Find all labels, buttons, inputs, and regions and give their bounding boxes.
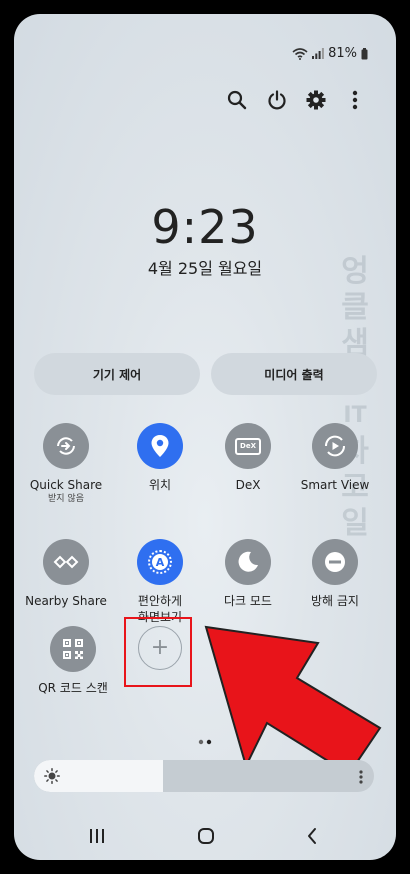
nearby-share-icon (43, 539, 89, 585)
battery-icon (361, 47, 368, 60)
gear-icon[interactable] (298, 82, 334, 118)
tile-easy-mode[interactable]: A 편안하게 화면보기 (113, 539, 207, 625)
brightness-slider[interactable] (34, 760, 374, 792)
watermark-char: 클 (341, 290, 369, 325)
easy-mode-label-line1: 편안하게 (137, 594, 183, 608)
qr-code-icon (50, 626, 96, 672)
device-control-label: 기기 제어 (92, 367, 142, 382)
do-not-disturb-icon (312, 539, 358, 585)
tile-dark-mode[interactable]: 다크 모드 (201, 539, 295, 609)
status-bar: 81% (292, 46, 368, 61)
smart-view-label: Smart View (300, 478, 370, 492)
dex-icon: DeX (225, 423, 271, 469)
watermark-char: 일 (341, 506, 369, 541)
dex-label: DeX (235, 478, 261, 492)
quick-share-status: 받지 않음 (48, 494, 84, 504)
tile-quick-share[interactable]: Quick Share 받지 않음 (19, 423, 113, 505)
quick-share-icon (43, 423, 89, 469)
red-arrow-annotation (202, 622, 396, 782)
location-pin-icon (137, 423, 183, 469)
tile-qr-scan[interactable]: QR 코드 스캔 (26, 626, 120, 696)
dex-glyph: DeX (235, 437, 261, 455)
wifi-icon (292, 47, 308, 60)
tile-location[interactable]: 위치 (113, 423, 207, 493)
clock-time: 9:23 (151, 200, 259, 254)
smart-view-icon (312, 423, 358, 469)
media-output-label: 미디어 출력 (264, 367, 324, 382)
power-icon[interactable] (259, 82, 295, 118)
watermark-char: 엉 (341, 254, 369, 289)
brightness-more-icon[interactable] (359, 769, 363, 788)
sun-icon (44, 768, 60, 788)
nearby-share-label: Nearby Share (25, 594, 107, 608)
tile-do-not-disturb[interactable]: 방해 금지 (288, 539, 382, 609)
home-icon[interactable] (197, 827, 215, 849)
eye-comfort-icon: A (137, 539, 183, 585)
tile-dex[interactable]: DeX DeX (201, 423, 295, 493)
device-control-button[interactable]: 기기 제어 (34, 353, 200, 395)
location-label: 위치 (148, 478, 172, 492)
moon-icon (225, 539, 271, 585)
qr-scan-label: QR 코드 스캔 (38, 681, 108, 695)
dnd-label: 방해 금지 (311, 594, 359, 608)
phone-screen: 81% 9:23 4월 25일 월요일 엉 클 샘 의 IT 차 고 일 기기 … (14, 14, 396, 860)
plus-icon: + (150, 635, 170, 660)
search-icon[interactable] (219, 82, 255, 118)
recent-apps-icon[interactable] (89, 828, 105, 848)
signal-icon (312, 48, 324, 59)
media-output-button[interactable]: 미디어 출력 (211, 353, 377, 395)
page-indicator (198, 730, 212, 749)
tile-nearby-share[interactable]: Nearby Share (19, 539, 113, 609)
dark-mode-label: 다크 모드 (224, 594, 272, 608)
add-tile-button[interactable]: + (138, 626, 182, 670)
back-icon[interactable] (306, 827, 318, 849)
easy-mode-glyph: A (152, 554, 168, 570)
more-vertical-icon[interactable] (337, 82, 373, 118)
tile-smart-view[interactable]: Smart View (288, 423, 382, 493)
battery-text: 81% (328, 46, 357, 61)
watermark: 엉 클 샘 의 IT 차 고 일 (338, 254, 372, 542)
quick-share-label: Quick Share (29, 478, 103, 492)
